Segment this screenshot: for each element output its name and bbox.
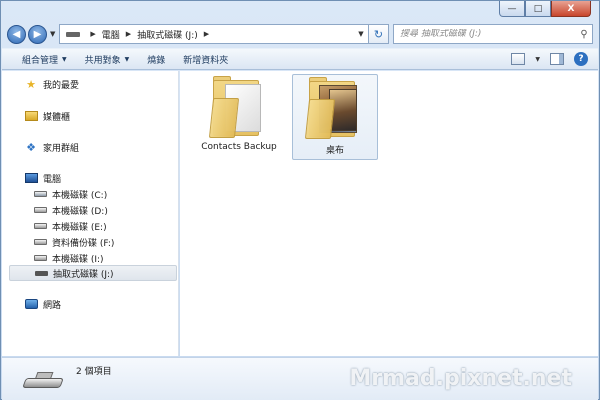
- breadcrumb-separator-icon[interactable]: ▶: [90, 30, 95, 38]
- breadcrumb-computer[interactable]: 電腦: [102, 28, 120, 41]
- back-button[interactable]: ◀: [7, 24, 26, 44]
- sidebar-item-label: 資料備份碟 (F:): [52, 238, 115, 249]
- folder-item-wallpaper[interactable]: 桌布: [292, 74, 378, 160]
- window-caption-buttons: — □ X: [499, 1, 591, 18]
- navigation-pane: ★ 我的最愛 媒體櫃 ❖ 家用群組 電腦 本機磁碟 (C:) 本機磁碟 (D:)…: [2, 71, 179, 356]
- folder-document-icon: [208, 76, 269, 140]
- sidebar-item-label: 我的最愛: [43, 80, 80, 91]
- sidebar-item-label: 家用群組: [43, 143, 80, 154]
- sidebar-item-drive-j[interactable]: 抽取式磁碟 (J:): [9, 265, 177, 281]
- watermark-text: Mrmad.pixnet.net: [349, 366, 572, 391]
- help-icon[interactable]: ?: [574, 52, 588, 66]
- explorer-window: — □ X ◀ ▶ ▼ ▶ 電腦 ▶ 抽取式磁碟 (J:) ▶ ▼ ↻ ⚲ 組合…: [0, 0, 600, 400]
- sidebar-item-libraries[interactable]: 媒體櫃: [2, 108, 177, 124]
- back-arrow-icon: ◀: [12, 28, 21, 40]
- organize-menu[interactable]: 組合管理 ▼: [22, 53, 67, 66]
- command-bar: 組合管理 ▼ 共用對象 ▼ 燒錄 新增資料夾 ▼ ?: [2, 48, 598, 70]
- folder-photo-icon: [304, 77, 365, 141]
- hard-drive-icon: [33, 204, 47, 217]
- share-label: 共用對象: [84, 55, 121, 66]
- hard-drive-icon: [33, 236, 47, 249]
- sidebar-item-label: 本機磁碟 (C:): [52, 190, 108, 201]
- folder-item-label: 桌布: [325, 146, 344, 156]
- details-pane: 2 個項目 Mrmad.pixnet.net: [2, 357, 598, 400]
- preview-pane-icon[interactable]: [550, 53, 564, 65]
- homegroup-icon: ❖: [26, 140, 36, 154]
- forward-button[interactable]: ▶: [28, 24, 47, 44]
- organize-label: 組合管理: [22, 55, 59, 66]
- sidebar-item-drive-f[interactable]: 資料備份碟 (F:): [2, 234, 177, 250]
- sidebar-item-label: 媒體櫃: [43, 112, 71, 123]
- change-view-icon[interactable]: [511, 53, 526, 65]
- sidebar-item-label: 本機磁碟 (E:): [52, 222, 107, 233]
- address-bar[interactable]: ▶ 電腦 ▶ 抽取式磁碟 (J:) ▶ ▼: [59, 24, 369, 44]
- close-button[interactable]: X: [551, 1, 591, 17]
- sidebar-item-label: 網路: [43, 300, 62, 311]
- view-dropdown-icon[interactable]: ▼: [535, 56, 540, 63]
- sidebar-item-label: 本機磁碟 (I:): [52, 254, 104, 265]
- sidebar-item-label: 本機磁碟 (D:): [52, 206, 108, 217]
- recent-pages-dropdown-icon[interactable]: ▼: [50, 30, 55, 38]
- chevron-down-icon: ▼: [62, 55, 67, 63]
- new-folder-label: 新增資料夾: [183, 55, 229, 66]
- sidebar-item-network[interactable]: 網路: [2, 296, 177, 312]
- breadcrumb-separator-icon[interactable]: ▶: [126, 30, 131, 38]
- command-bar-right: ▼ ?: [511, 52, 588, 66]
- sidebar-item-drive-e[interactable]: 本機磁碟 (E:): [2, 218, 177, 234]
- burn-button[interactable]: 燒錄: [147, 53, 165, 66]
- sidebar-item-drive-i[interactable]: 本機磁碟 (I:): [2, 250, 177, 266]
- usb-drive-icon: [34, 267, 48, 280]
- search-box[interactable]: ⚲: [393, 24, 593, 44]
- hard-drive-icon: [33, 220, 47, 233]
- chevron-down-icon: ▼: [124, 55, 130, 63]
- usb-drive-large-icon: [22, 372, 64, 392]
- sidebar-item-computer[interactable]: 電腦: [2, 170, 177, 186]
- drive-breadcrumb-icon: [66, 31, 81, 37]
- folder-item-label: Contacts Backup: [201, 142, 277, 152]
- sidebar-item-drive-d[interactable]: 本機磁碟 (D:): [2, 202, 177, 218]
- sidebar-item-label: 抽取式磁碟 (J:): [53, 269, 114, 280]
- breadcrumb-drive[interactable]: 抽取式磁碟 (J:): [137, 28, 198, 41]
- item-count: 2 個項目: [76, 367, 112, 377]
- minimize-button[interactable]: —: [499, 1, 525, 17]
- sidebar-item-favorites[interactable]: ★ 我的最愛: [2, 76, 177, 92]
- address-row: ◀ ▶ ▼ ▶ 電腦 ▶ 抽取式磁碟 (J:) ▶ ▼ ↻ ⚲: [7, 23, 593, 45]
- address-dropdown-icon[interactable]: ▼: [354, 30, 368, 38]
- share-menu[interactable]: 共用對象 ▼: [85, 53, 130, 66]
- file-list: Contacts Backup 桌布: [180, 71, 598, 356]
- folder-item-contacts-backup[interactable]: Contacts Backup: [196, 74, 282, 160]
- refresh-icon: ↻: [373, 27, 384, 41]
- burn-label: 燒錄: [147, 55, 166, 66]
- forward-arrow-icon: ▶: [33, 28, 42, 40]
- hard-drive-icon: [33, 252, 47, 265]
- network-icon: [24, 298, 38, 311]
- sidebar-item-homegroup[interactable]: ❖ 家用群組: [2, 139, 177, 155]
- breadcrumb-separator-icon[interactable]: ▶: [204, 30, 209, 38]
- system-drive-icon: [33, 188, 47, 201]
- new-folder-button[interactable]: 新增資料夾: [183, 53, 228, 66]
- computer-icon: [24, 172, 38, 185]
- search-icon[interactable]: ⚲: [576, 29, 592, 40]
- sidebar-item-drive-c[interactable]: 本機磁碟 (C:): [2, 186, 177, 202]
- star-icon: ★: [26, 77, 36, 91]
- refresh-button[interactable]: ↻: [369, 24, 389, 44]
- sidebar-item-label: 電腦: [43, 174, 62, 185]
- search-input[interactable]: [400, 29, 576, 39]
- library-icon: [24, 110, 38, 123]
- maximize-button[interactable]: □: [525, 1, 551, 17]
